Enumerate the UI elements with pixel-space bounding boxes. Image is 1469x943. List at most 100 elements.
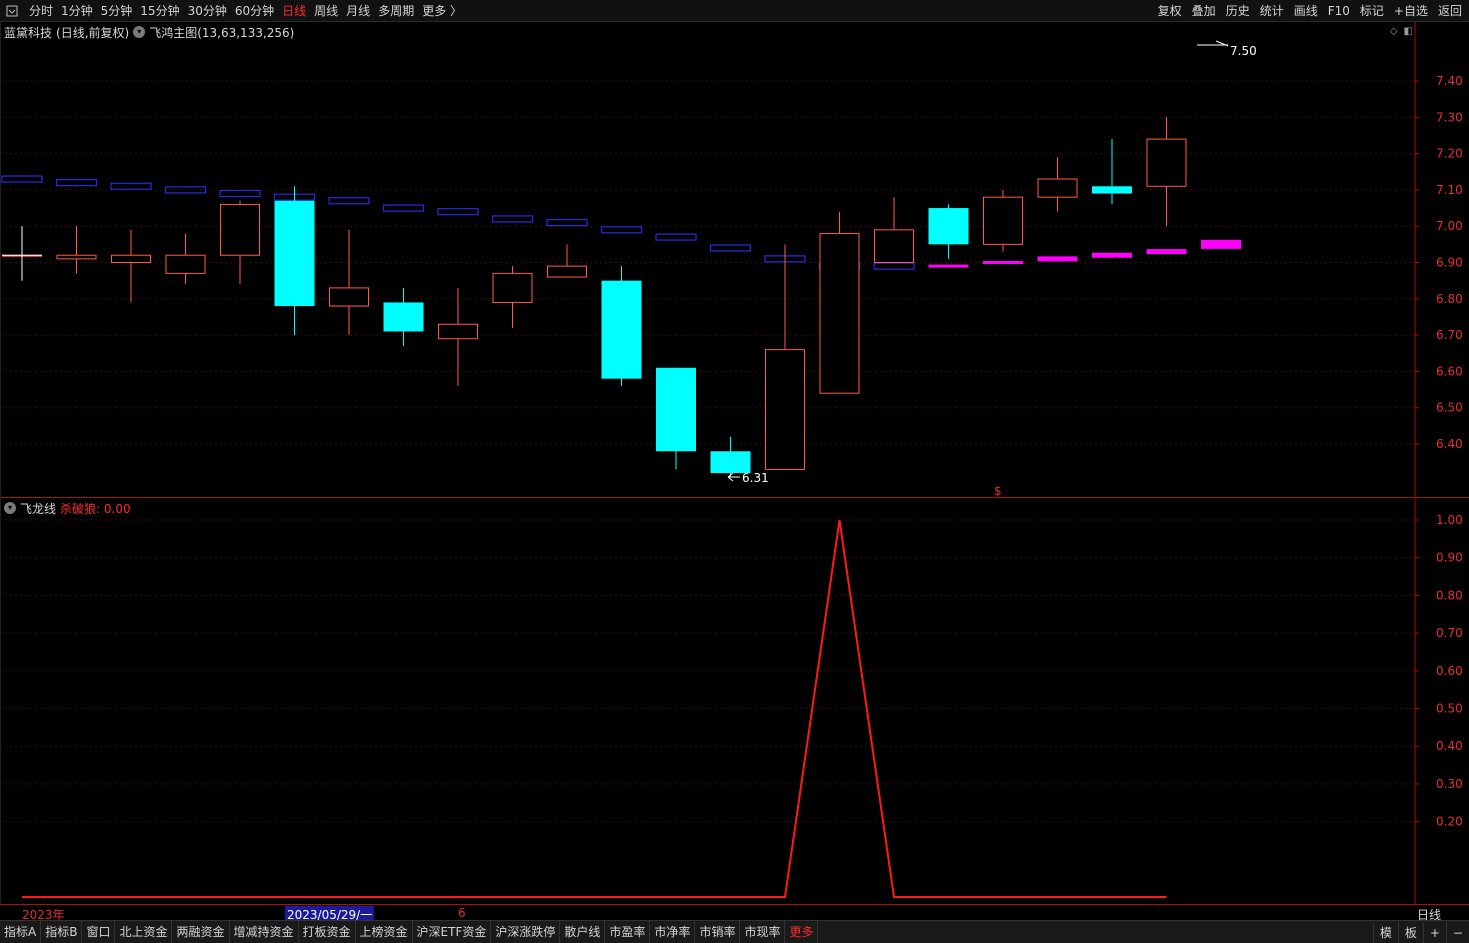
tool-button-8[interactable]: 返回	[1433, 0, 1467, 22]
candle-body-down	[601, 280, 642, 379]
main-candlestick-chart[interactable]: 7.40 7.30 7.20 7.10 7.00 6.90 6.80 6.70 6.60 6.50…	[0, 22, 1469, 498]
stock-name[interactable]: 蓝黛科技	[4, 24, 52, 41]
chart-tools: 复权 叠加 历史 统计 画线 F10 标记 +自选 返回	[1153, 0, 1467, 22]
ma-blue-segment	[655, 233, 697, 241]
period-tab-4[interactable]: 30分钟	[184, 0, 231, 22]
bottom-right-button-3[interactable]: −	[1445, 921, 1469, 943]
ma-magenta-segment	[983, 261, 1023, 264]
candle-body-down	[710, 451, 751, 474]
period-tab-7[interactable]: 周线	[310, 0, 342, 22]
sub-tick-label: 0.90	[1436, 551, 1463, 565]
bottom-tab-14[interactable]: 市现率	[740, 921, 786, 943]
ma-magenta-segment	[1201, 239, 1241, 249]
tool-button-1[interactable]: 叠加	[1187, 0, 1221, 22]
menu-icon[interactable]	[3, 2, 21, 20]
ma-magenta-segment	[1037, 256, 1078, 262]
price-tick-label: 6.90	[1436, 256, 1463, 270]
ma-magenta-segment	[1146, 249, 1187, 255]
bottom-tab-8[interactable]: 沪深ETF资金	[413, 921, 492, 943]
period-tab-9[interactable]: 多周期	[374, 0, 418, 22]
price-tick-label: 7.20	[1436, 147, 1463, 161]
bottom-tab-1[interactable]: 指标B	[41, 921, 83, 943]
bottom-right-button-2[interactable]: +	[1422, 921, 1446, 943]
bottom-tab-4[interactable]: 两融资金	[172, 921, 230, 943]
tool-button-0[interactable]: 复权	[1153, 0, 1187, 22]
ma-blue-segment	[328, 197, 370, 205]
price-tick-label: 7.30	[1436, 110, 1463, 124]
sub-indicator-chart[interactable]: 1.00 0.90 0.80 0.70 0.60 0.50 0.40 0.30 0.20 ▾ 飞…	[0, 498, 1469, 904]
date-axis: 2023年 2023/05/29/一 6 日线	[0, 904, 1469, 923]
sub-tick-label: 0.70	[1436, 626, 1463, 640]
sub-tick-label: 0.50	[1436, 702, 1463, 716]
sub-tick-label: 1.00	[1436, 513, 1463, 527]
sub-indicator-value: 杀破狼: 0.00	[60, 501, 131, 516]
period-tab-1[interactable]: 1分钟	[57, 0, 97, 22]
ma-blue-segment	[437, 208, 479, 216]
top-toolbar: 分时 1分钟 5分钟 15分钟 30分钟 60分钟 日线 周线 月线 多周期 更多 〉 复权 叠加 历史…	[0, 0, 1469, 22]
candle-body-up	[56, 254, 97, 260]
candle-body-up	[329, 287, 369, 307]
price-tick-label: 7.40	[1436, 74, 1463, 88]
sub-tick-label: 0.40	[1436, 739, 1463, 753]
period-tab-6[interactable]: 日线	[278, 0, 310, 22]
price-tick-label: 7.10	[1436, 183, 1463, 197]
bottom-tab-5[interactable]: 增减持资金	[230, 921, 299, 943]
bottom-tab-10[interactable]: 散户线	[560, 921, 606, 943]
sub-indicator-name[interactable]: 飞龙线	[20, 500, 56, 517]
candle-body-up	[165, 254, 206, 274]
bottom-tab-6[interactable]: 打板资金	[299, 921, 356, 943]
candle-body-down	[383, 302, 424, 332]
price-tick-label: 6.60	[1436, 364, 1463, 378]
sub-tick-label: 0.80	[1436, 588, 1463, 602]
bottom-tab-9[interactable]: 沪深涨跌停	[491, 921, 561, 943]
bottom-tab-11[interactable]: 市盈率	[605, 921, 651, 943]
bottom-tab-3[interactable]: 北上资金	[115, 921, 173, 943]
bottom-tab-13[interactable]: 市销率	[695, 921, 741, 943]
window-toggle-icon[interactable]: ◧	[1404, 26, 1413, 37]
candle-body-up	[765, 349, 805, 470]
tool-button-2[interactable]: 历史	[1221, 0, 1255, 22]
bottom-tab-12[interactable]: 市净率	[650, 921, 696, 943]
tool-button-4[interactable]: 画线	[1289, 0, 1323, 22]
bottom-tab-7[interactable]: 上榜资金	[356, 921, 413, 943]
sub-tick-label: 0.30	[1436, 777, 1463, 791]
main-chart-title: 蓝黛科技 (日线,前复权) ▾ 飞鸿主图(13,63,133,256)	[4, 24, 294, 40]
period-tab-0[interactable]: 分时	[25, 0, 57, 22]
candle-body-up	[438, 323, 478, 340]
ma-blue-segment	[709, 244, 752, 252]
bottom-tab-15[interactable]: 更多	[785, 921, 819, 943]
tool-button-3[interactable]: 统计	[1255, 0, 1289, 22]
period-tab-8[interactable]: 月线	[342, 0, 374, 22]
tool-button-6[interactable]: 标记	[1355, 0, 1389, 22]
indicator-settings-icon[interactable]: ▾	[133, 26, 146, 38]
period-tab-3[interactable]: 15分钟	[136, 0, 183, 22]
high-price-label: 7.50	[1230, 44, 1257, 58]
low-price-label: 6.31	[742, 471, 769, 485]
main-chart-canvas[interactable]: 7.40 7.30 7.20 7.10 7.00 6.90 6.80 6.70 6.60 6.50…	[0, 22, 1469, 498]
candle-body-up	[1037, 178, 1078, 198]
candle-body-down	[1092, 186, 1132, 194]
bottom-right-controls: 模板 + −	[1372, 921, 1469, 943]
main-indicator-name[interactable]: 飞鸿主图(13,63,133,256)	[149, 24, 294, 41]
ma-blue-segment	[110, 182, 152, 190]
ma-blue-segment	[1, 175, 43, 183]
diamond-icon[interactable]: ◇	[1390, 26, 1398, 37]
tool-button-7[interactable]: +自选	[1389, 0, 1433, 22]
period-tab-2[interactable]: 5分钟	[97, 0, 137, 22]
sub-tick-label: 0.20	[1436, 815, 1463, 829]
bottom-tab-0[interactable]: 指标A	[0, 921, 42, 943]
sub-indicator-settings-icon[interactable]: ▾	[4, 502, 16, 514]
stock-chart-app: 分时 1分钟 5分钟 15分钟 30分钟 60分钟 日线 周线 月线 多周期 更多 〉 复权 叠加 历史…	[0, 0, 1469, 943]
signal-marker: $	[994, 484, 1002, 498]
sub-chart-canvas[interactable]: 1.00 0.90 0.80 0.70 0.60 0.50 0.40 0.30 0.20	[0, 498, 1469, 904]
candle-body-up	[819, 232, 860, 394]
bottom-right-button-0[interactable]: 模	[1372, 921, 1398, 943]
bottom-tab-2[interactable]: 窗口	[82, 921, 116, 943]
period-tab-5[interactable]: 60分钟	[231, 0, 278, 22]
candle-body-down	[928, 208, 969, 245]
ma-blue-segment	[219, 189, 261, 198]
tool-button-5[interactable]: F10	[1323, 0, 1355, 22]
period-tab-10[interactable]: 更多 〉	[418, 0, 466, 22]
bottom-tab-list: 指标A 指标B 窗口 北上资金 两融资金 增减持资金 打板资金 上榜资金 沪深ETF资金 沪深涨跌…	[0, 921, 819, 943]
bottom-right-button-1[interactable]: 板	[1397, 921, 1423, 943]
